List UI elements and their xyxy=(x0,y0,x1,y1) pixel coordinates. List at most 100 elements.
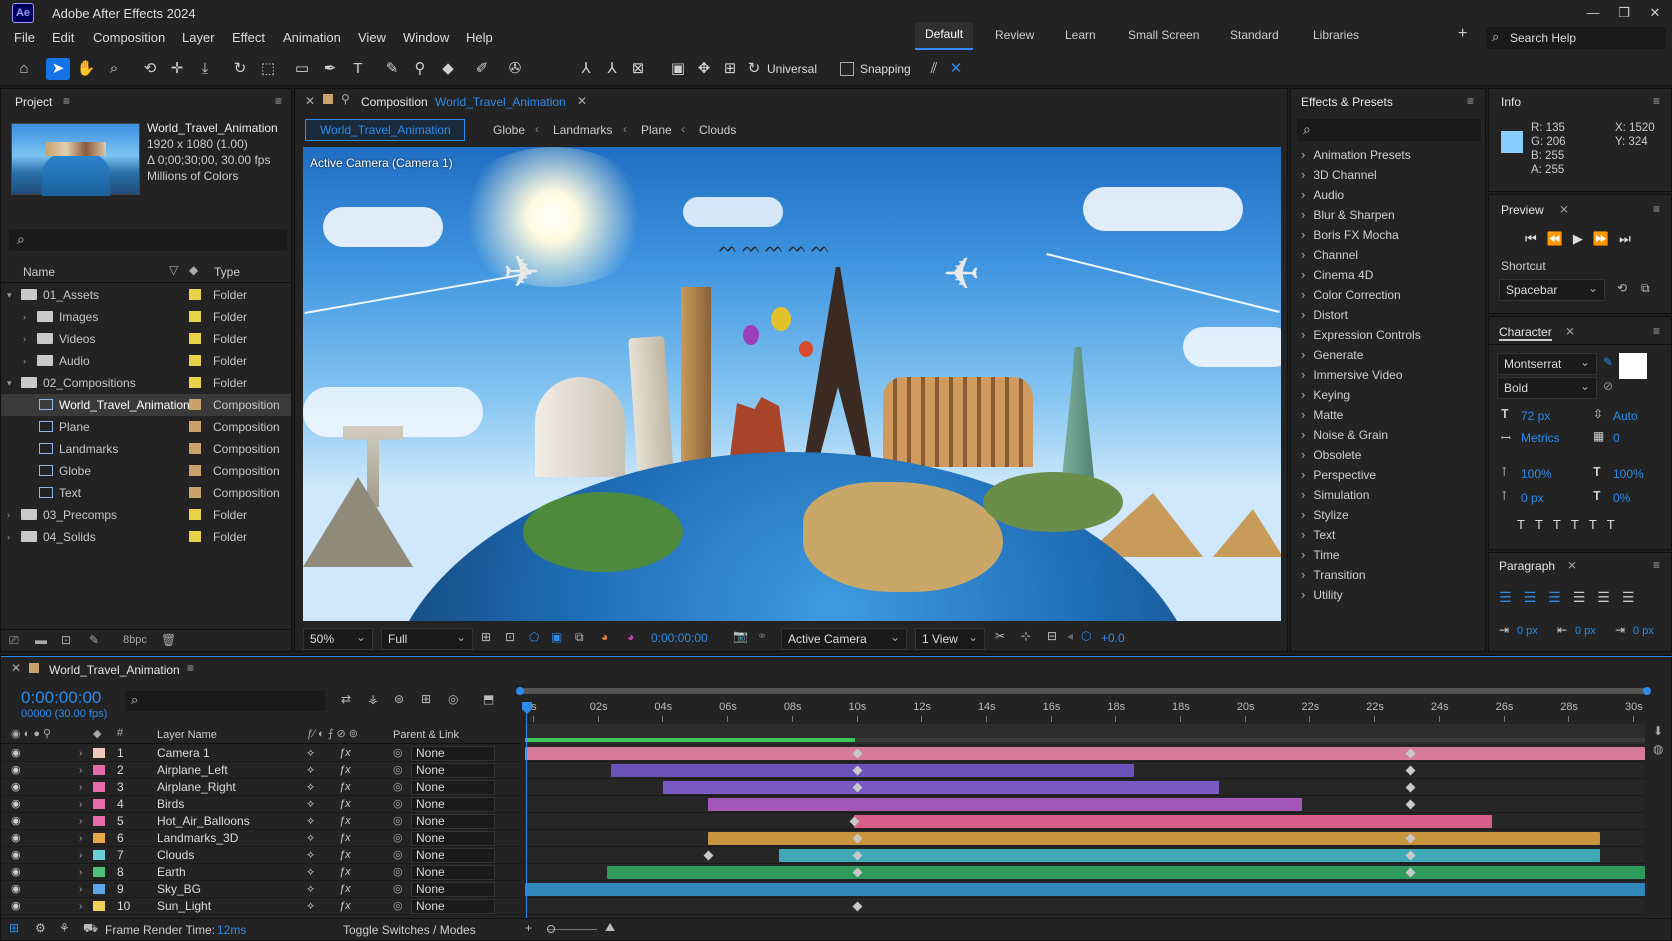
effect-category[interactable]: Stylize xyxy=(1291,505,1481,525)
tracking-value[interactable]: 0 xyxy=(1613,431,1620,445)
twirl-icon[interactable]: › xyxy=(79,830,82,847)
align-right-icon[interactable]: ☰ xyxy=(1548,589,1573,605)
time-ruler[interactable]: 0s02s04s06s08s10s12s14s16s18s18s20s22s22… xyxy=(525,700,1645,724)
twirl-icon[interactable]: › xyxy=(79,898,82,915)
eye-icon[interactable]: ◉ xyxy=(11,796,21,813)
take-snapshot-icon[interactable]: 📷 xyxy=(733,629,748,643)
project-item[interactable]: Landmarks Composition xyxy=(1,438,291,460)
layer-duration-bar[interactable] xyxy=(525,883,1645,896)
subscript-icon[interactable]: T xyxy=(1607,517,1625,532)
twirl-icon[interactable]: › xyxy=(79,779,82,796)
eye-icon[interactable]: ◉ xyxy=(11,779,21,796)
breadcrumb-item[interactable]: Plane xyxy=(641,123,672,137)
parent-dropdown[interactable]: None xyxy=(411,763,495,778)
workspace-small-screen[interactable]: Small Screen xyxy=(1118,28,1209,52)
pick-whip-icon[interactable]: ◎ xyxy=(393,830,403,847)
effect-category[interactable]: Keying xyxy=(1291,385,1481,405)
layer-label-swatch[interactable] xyxy=(93,850,105,860)
puppet-pin-icon[interactable]: ✇ xyxy=(503,58,527,80)
layer-label-swatch[interactable] xyxy=(93,748,105,758)
layer-label-swatch[interactable] xyxy=(93,799,105,809)
menu-animation[interactable]: Animation xyxy=(283,30,341,45)
project-menu-icon[interactable]: ≡ xyxy=(63,94,70,108)
effects-search-input[interactable]: ⌕ xyxy=(1297,119,1481,141)
collapse-transform-icon[interactable]: ⟡ xyxy=(307,813,314,830)
eye-icon[interactable]: ◉ xyxy=(11,813,21,830)
next-frame-icon[interactable]: ⏩ xyxy=(1593,231,1619,246)
workspace-default[interactable]: Default xyxy=(915,22,974,50)
fx-switch-icon[interactable]: ƒx xyxy=(339,796,351,813)
gizmo-scale-icon[interactable]: ⊞ xyxy=(718,58,742,80)
layer-duration-bar[interactable] xyxy=(663,781,1220,794)
workspace-standard[interactable]: Standard xyxy=(1220,28,1289,52)
eyedropper-icon[interactable]: ✎ xyxy=(1603,355,1613,369)
collapse-transform-icon[interactable]: ⟡ xyxy=(307,881,314,898)
layer-label-swatch[interactable] xyxy=(93,765,105,775)
number-column-icon[interactable]: # xyxy=(117,727,123,739)
leading-value[interactable]: Auto xyxy=(1613,409,1638,423)
horizontal-scale-value[interactable]: 100% xyxy=(1613,467,1644,481)
toggle-switches-button[interactable]: Toggle Switches / Modes xyxy=(343,923,476,937)
pick-whip-icon[interactable]: ◎ xyxy=(393,898,403,915)
layer-row[interactable]: ◉ › 7 Clouds ⟡ ƒx ◎ None xyxy=(1,847,521,864)
all-caps-icon[interactable]: T xyxy=(1553,517,1571,532)
collapse-transform-icon[interactable]: ⟡ xyxy=(307,762,314,779)
menu-window[interactable]: Window xyxy=(403,30,449,45)
effect-category[interactable]: Noise & Grain xyxy=(1291,425,1481,445)
navigator-end-handle[interactable] xyxy=(1643,687,1651,695)
project-search-input[interactable]: ⌕ xyxy=(9,229,287,251)
effects-panel-title[interactable]: Effects & Presets xyxy=(1301,95,1393,109)
layer-duration-bar[interactable] xyxy=(778,849,1601,862)
color-channel-icon[interactable]: ◕ xyxy=(601,630,608,644)
effect-category[interactable]: Obsolete xyxy=(1291,445,1481,465)
project-item[interactable]: › Audio Folder xyxy=(1,350,291,372)
font-style-dropdown[interactable]: Bold xyxy=(1497,376,1597,399)
justify-center-icon[interactable]: ☰ xyxy=(1597,589,1622,605)
pick-whip-icon[interactable]: ◎ xyxy=(393,847,403,864)
frame-blending-icon[interactable]: ⊞ xyxy=(421,692,431,706)
eye-icon[interactable]: ◉ xyxy=(11,898,21,915)
motion-blur-icon[interactable]: ◂ xyxy=(1067,629,1073,643)
project-item[interactable]: › 03_Precomps Folder xyxy=(1,504,291,526)
close-window-icon[interactable]: ✕ xyxy=(1640,3,1670,23)
layer-label-swatch[interactable] xyxy=(93,833,105,843)
eye-icon[interactable]: ◉ xyxy=(11,881,21,898)
vertical-scale-value[interactable]: 100% xyxy=(1521,467,1552,481)
column-name[interactable]: Name xyxy=(23,265,55,279)
indent-right-value[interactable]: 0 px xyxy=(1575,625,1596,637)
parent-dropdown[interactable]: None xyxy=(411,746,495,761)
gizmo-move-icon[interactable]: ✥ xyxy=(692,58,716,80)
color-management-icon[interactable]: ◕ xyxy=(627,630,634,644)
project-item[interactable]: Text Composition xyxy=(1,482,291,504)
preview-close-icon[interactable]: ⨯ xyxy=(1559,202,1569,216)
layer-row[interactable]: ◉ › 8 Earth ⟡ ƒx ◎ None xyxy=(1,864,521,881)
minimize-icon[interactable]: — xyxy=(1578,3,1608,23)
layer-name[interactable]: Landmarks_3D xyxy=(157,830,238,847)
fx-switch-icon[interactable]: ƒx xyxy=(339,864,351,881)
menu-edit[interactable]: Edit xyxy=(52,30,74,45)
pick-whip-icon[interactable]: ◎ xyxy=(393,779,403,796)
project-settings-icon[interactable]: ✎ xyxy=(89,633,99,647)
pick-whip-icon[interactable]: ◎ xyxy=(393,796,403,813)
kerning-value[interactable]: Metrics xyxy=(1521,431,1560,445)
3d-ground-icon[interactable]: ▣ xyxy=(666,58,690,80)
eye-icon[interactable]: ◉ xyxy=(11,745,21,762)
parent-dropdown[interactable]: None xyxy=(411,848,495,863)
layer-name-column[interactable]: Layer Name xyxy=(157,729,217,741)
label-swatch[interactable] xyxy=(189,482,201,504)
character-panel-title[interactable]: Character xyxy=(1499,325,1552,341)
layer-duration-bar[interactable] xyxy=(525,747,1645,760)
effect-category[interactable]: Expression Controls xyxy=(1291,325,1481,345)
snapping-checkbox[interactable] xyxy=(840,62,854,76)
work-area-bar[interactable] xyxy=(525,724,1645,744)
lock-icon[interactable]: ⚲ xyxy=(341,92,350,106)
project-item[interactable]: Globe Composition xyxy=(1,460,291,482)
workspace-libraries[interactable]: Libraries xyxy=(1303,28,1369,52)
pan-behind-icon[interactable]: ⬚ xyxy=(256,58,280,80)
layer-label-swatch[interactable] xyxy=(93,816,105,826)
brush-tool-icon[interactable]: ✎ xyxy=(380,58,404,80)
effect-category[interactable]: 3D Channel xyxy=(1291,165,1481,185)
paragraph-close-icon[interactable]: ⨯ xyxy=(1567,558,1577,572)
layer-label-swatch[interactable] xyxy=(93,901,105,911)
work-area-end-icon[interactable]: ⬇ xyxy=(1653,724,1663,738)
